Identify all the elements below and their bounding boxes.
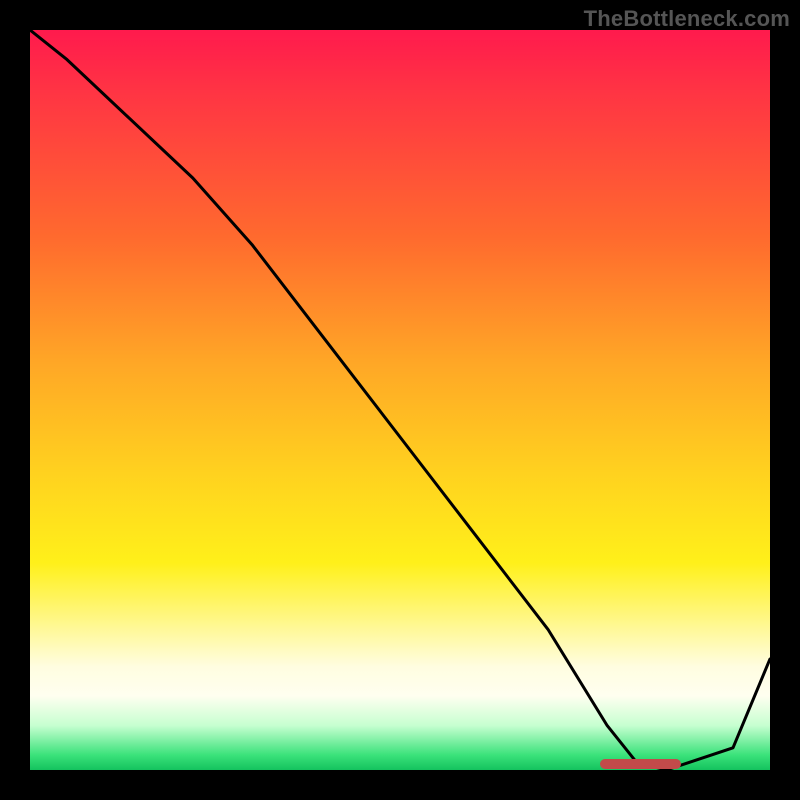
optimal-range-marker (600, 759, 681, 769)
y-axis-line (28, 30, 30, 772)
heat-gradient (30, 30, 770, 770)
chart-container: TheBottleneck.com (0, 0, 800, 800)
watermark-text: TheBottleneck.com (584, 6, 790, 32)
x-axis-line (28, 770, 772, 772)
